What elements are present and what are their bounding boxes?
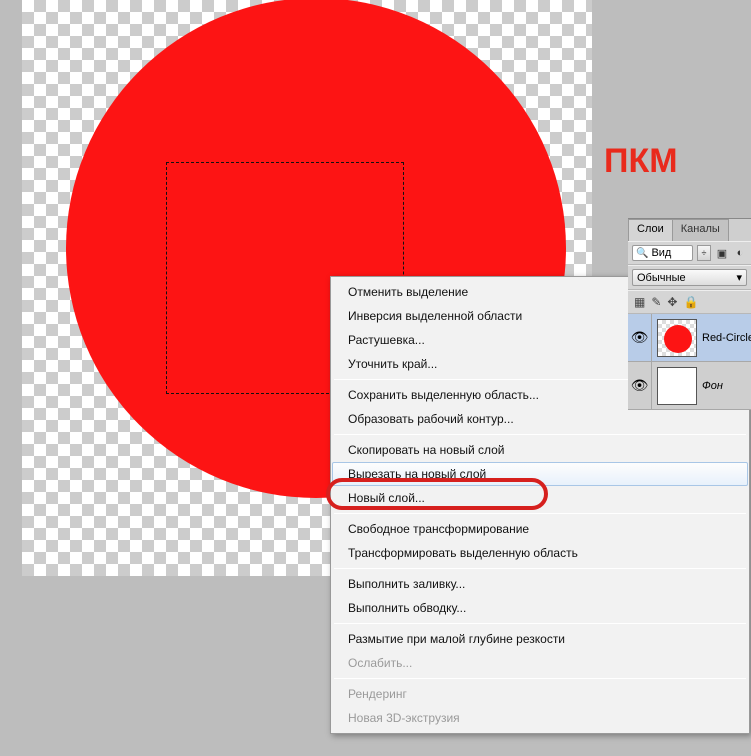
menu-item[interactable]: Свободное трансформирование (332, 517, 748, 541)
filter-icon-2[interactable]: ◐ (733, 246, 747, 260)
lock-transparency-icon[interactable]: ▦ (634, 295, 645, 309)
filter-label: Вид (651, 247, 671, 259)
lock-paint-icon[interactable]: ✎ (651, 295, 661, 309)
layer-row[interactable]: 👁 Red-Circle-Funa (628, 314, 751, 362)
menu-separator (334, 513, 746, 514)
annotation-label: ПКМ (604, 142, 678, 181)
lock-all-icon[interactable]: 🔒 (683, 295, 698, 309)
menu-separator (334, 678, 746, 679)
layer-row[interactable]: 👁 Фон (628, 362, 751, 410)
panel-tabs: Слои Каналы (628, 219, 751, 241)
menu-separator (334, 623, 746, 624)
layer-thumbnail (657, 319, 697, 357)
menu-item: Рендеринг (332, 682, 748, 706)
menu-separator (334, 434, 746, 435)
menu-item[interactable]: Трансформировать выделенную область (332, 541, 748, 565)
tab-channels[interactable]: Каналы (672, 219, 729, 241)
lock-move-icon[interactable]: ✥ (667, 295, 677, 309)
menu-item[interactable]: Вырезать на новый слой (332, 462, 748, 486)
chevron-down-icon: ▾ (736, 271, 742, 284)
blend-mode-value: Обычные (637, 272, 686, 284)
menu-item[interactable]: Выполнить обводку... (332, 596, 748, 620)
layer-name[interactable]: Фон (702, 380, 751, 392)
filter-icon-1[interactable]: ▣ (715, 246, 729, 260)
lock-icon-bar: ▦ ✎ ✥ 🔒 (628, 290, 751, 314)
visibility-eye-icon[interactable]: 👁 (628, 314, 652, 361)
layers-panel: Слои Каналы 🔍 Вид ÷ ▣ ◐ Обычные ▾ ▦ ✎ ✥ … (628, 218, 751, 410)
menu-item[interactable]: Скопировать на новый слой (332, 438, 748, 462)
menu-item: Новая 3D-экструзия (332, 706, 748, 730)
layer-list: 👁 Red-Circle-Funa 👁 Фон (628, 314, 751, 410)
layer-thumbnail (657, 367, 697, 405)
menu-item: Ослабить... (332, 651, 748, 675)
menu-item[interactable]: Размытие при малой глубине резкости (332, 627, 748, 651)
visibility-eye-icon[interactable]: 👁 (628, 362, 652, 409)
layer-name[interactable]: Red-Circle-Funa (702, 332, 751, 344)
search-icon: 🔍 (636, 248, 648, 259)
tab-layers[interactable]: Слои (628, 219, 673, 241)
layer-filter[interactable]: 🔍 Вид (632, 245, 693, 261)
panel-search-row: 🔍 Вид ÷ ▣ ◐ (628, 241, 751, 265)
menu-item[interactable]: Образовать рабочий контур... (332, 407, 748, 431)
menu-item[interactable]: Новый слой... (332, 486, 748, 510)
blend-mode-select[interactable]: Обычные ▾ (632, 269, 747, 286)
menu-item[interactable]: Выполнить заливку... (332, 572, 748, 596)
menu-separator (334, 568, 746, 569)
panel-blend-row: Обычные ▾ (628, 265, 751, 290)
filter-dropdown-button[interactable]: ÷ (697, 245, 711, 261)
